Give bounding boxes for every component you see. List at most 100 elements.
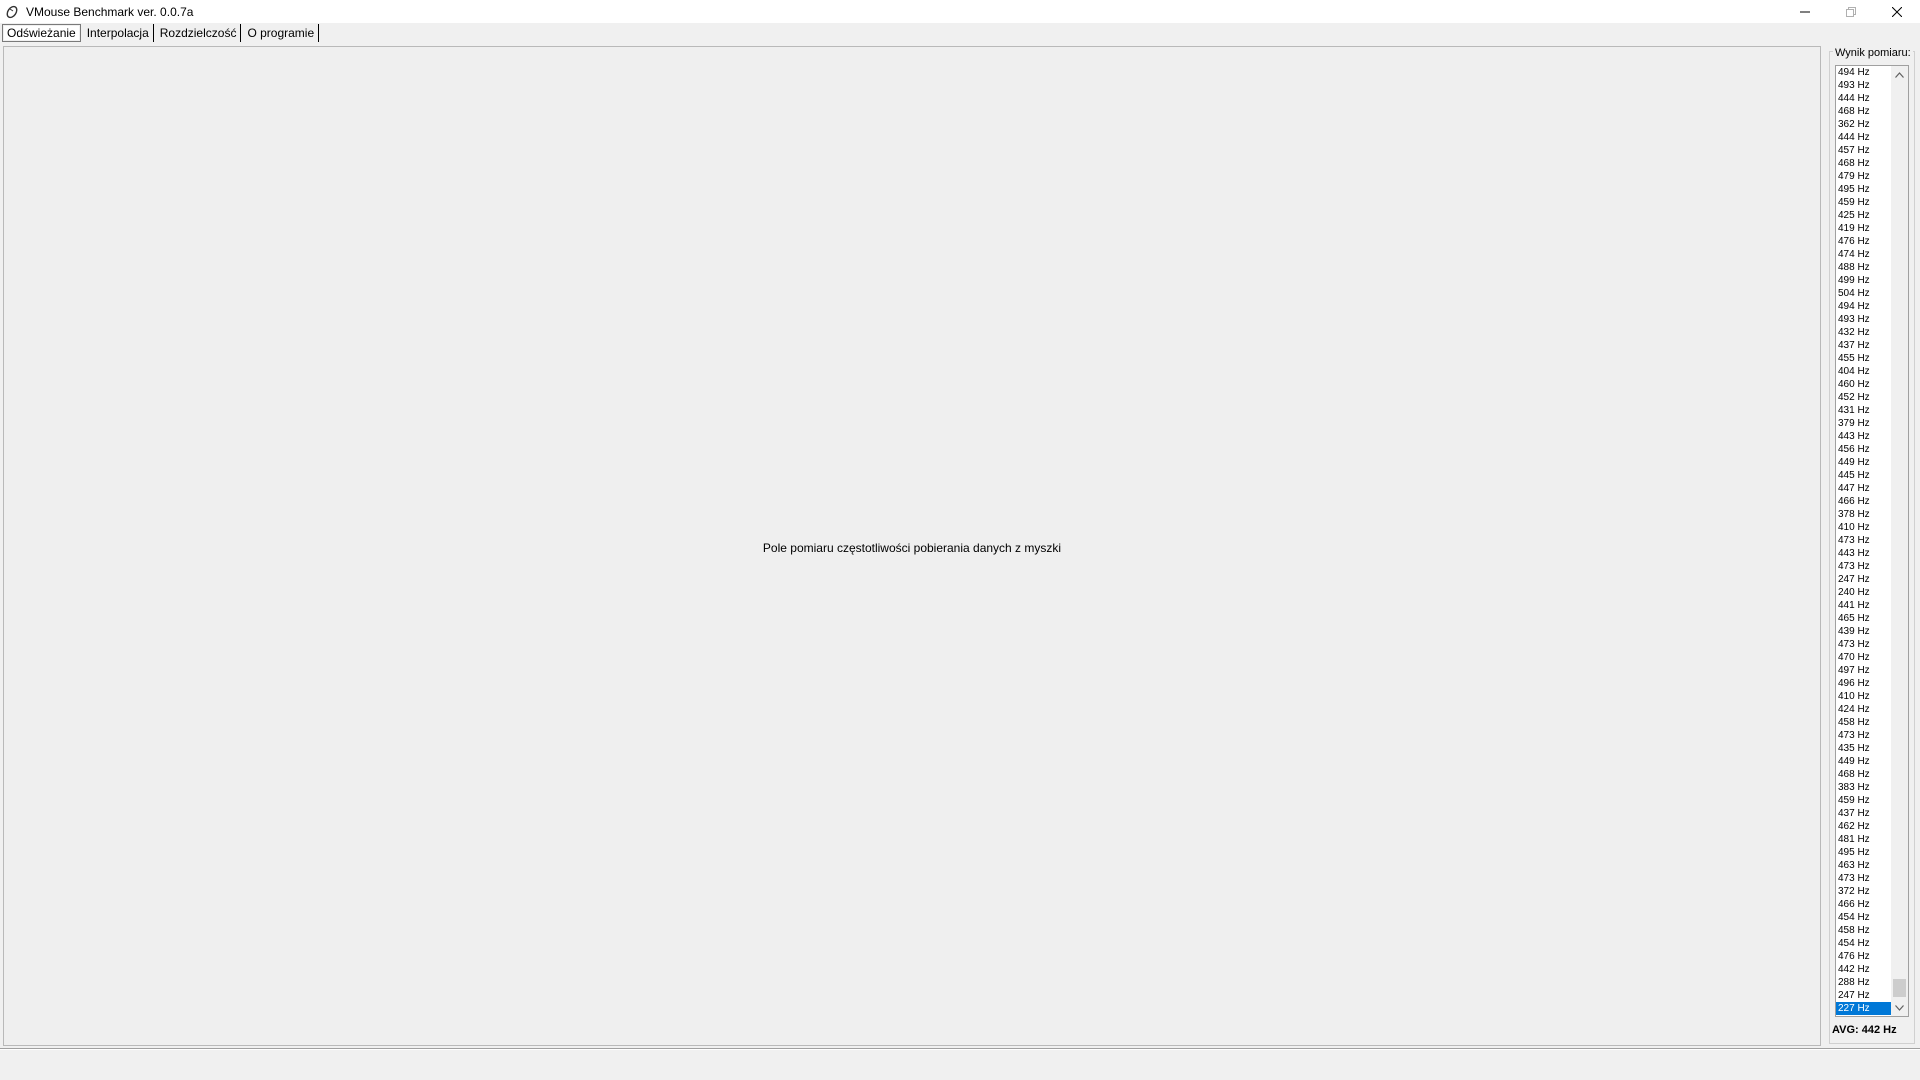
result-item[interactable]: 432 Hz bbox=[1836, 326, 1892, 339]
result-item[interactable]: 288 Hz bbox=[1836, 976, 1892, 989]
result-item[interactable]: 247 Hz bbox=[1836, 989, 1892, 1002]
result-item[interactable]: 437 Hz bbox=[1836, 339, 1892, 352]
result-item[interactable]: 466 Hz bbox=[1836, 898, 1892, 911]
result-item[interactable]: 459 Hz bbox=[1836, 196, 1892, 209]
result-item[interactable]: 437 Hz bbox=[1836, 807, 1892, 820]
result-item[interactable]: 462 Hz bbox=[1836, 820, 1892, 833]
result-item[interactable]: 468 Hz bbox=[1836, 157, 1892, 170]
result-item[interactable]: 496 Hz bbox=[1836, 677, 1892, 690]
result-item[interactable]: 488 Hz bbox=[1836, 261, 1892, 274]
result-item[interactable]: 497 Hz bbox=[1836, 664, 1892, 677]
result-item[interactable]: 476 Hz bbox=[1836, 235, 1892, 248]
result-item[interactable]: 493 Hz bbox=[1836, 79, 1892, 92]
title-bar: VMouse Benchmark ver. 0.0.7a bbox=[0, 0, 1920, 23]
result-item[interactable]: 495 Hz bbox=[1836, 183, 1892, 196]
result-item[interactable]: 456 Hz bbox=[1836, 443, 1892, 456]
result-item[interactable]: 476 Hz bbox=[1836, 950, 1892, 963]
result-item[interactable]: 372 Hz bbox=[1836, 885, 1892, 898]
chevron-up-icon bbox=[1895, 71, 1904, 78]
window-title: VMouse Benchmark ver. 0.0.7a bbox=[26, 4, 194, 19]
scroll-up-button[interactable] bbox=[1891, 66, 1908, 83]
restore-icon bbox=[1846, 6, 1856, 17]
scroll-down-button[interactable] bbox=[1891, 999, 1908, 1016]
result-item[interactable]: 419 Hz bbox=[1836, 222, 1892, 235]
result-item[interactable]: 425 Hz bbox=[1836, 209, 1892, 222]
result-item[interactable]: 474 Hz bbox=[1836, 248, 1892, 261]
result-item[interactable]: 442 Hz bbox=[1836, 963, 1892, 976]
result-item[interactable]: 455 Hz bbox=[1836, 352, 1892, 365]
tab-interpolacja[interactable]: Interpolacja bbox=[83, 24, 154, 42]
result-item[interactable]: 473 Hz bbox=[1836, 638, 1892, 651]
result-item[interactable]: 473 Hz bbox=[1836, 729, 1892, 742]
result-item[interactable]: 468 Hz bbox=[1836, 768, 1892, 781]
status-bar bbox=[0, 1050, 1920, 1080]
result-item[interactable]: 473 Hz bbox=[1836, 872, 1892, 885]
close-button[interactable] bbox=[1874, 0, 1920, 23]
result-item[interactable]: 443 Hz bbox=[1836, 430, 1892, 443]
result-item[interactable]: 494 Hz bbox=[1836, 300, 1892, 313]
result-item[interactable]: 454 Hz bbox=[1836, 937, 1892, 950]
result-item[interactable]: 504 Hz bbox=[1836, 287, 1892, 300]
result-item[interactable]: 383 Hz bbox=[1836, 781, 1892, 794]
tab-bar: Odświeżanie Interpolacja Rozdzielczość O… bbox=[2, 24, 321, 44]
close-icon bbox=[1892, 6, 1902, 17]
tab-o-programie[interactable]: O programie bbox=[243, 24, 320, 42]
minimize-button[interactable] bbox=[1782, 0, 1828, 23]
result-item[interactable]: 458 Hz bbox=[1836, 924, 1892, 937]
results-scrollbar[interactable] bbox=[1891, 66, 1908, 1016]
result-item[interactable]: 473 Hz bbox=[1836, 560, 1892, 573]
result-item[interactable]: 457 Hz bbox=[1836, 144, 1892, 157]
result-item[interactable]: 435 Hz bbox=[1836, 742, 1892, 755]
restore-button bbox=[1828, 0, 1874, 23]
result-item[interactable]: 439 Hz bbox=[1836, 625, 1892, 638]
result-item[interactable]: 481 Hz bbox=[1836, 833, 1892, 846]
result-item[interactable]: 454 Hz bbox=[1836, 911, 1892, 924]
result-item[interactable]: 463 Hz bbox=[1836, 859, 1892, 872]
result-item[interactable]: 443 Hz bbox=[1836, 547, 1892, 560]
result-item[interactable]: 449 Hz bbox=[1836, 456, 1892, 469]
result-item[interactable]: 493 Hz bbox=[1836, 313, 1892, 326]
result-item[interactable]: 379 Hz bbox=[1836, 417, 1892, 430]
result-item[interactable]: 465 Hz bbox=[1836, 612, 1892, 625]
result-item[interactable]: 431 Hz bbox=[1836, 404, 1892, 417]
result-item[interactable]: 473 Hz bbox=[1836, 534, 1892, 547]
measurement-area[interactable]: Pole pomiaru częstotliwości pobierania d… bbox=[3, 46, 1821, 1046]
result-item[interactable]: 410 Hz bbox=[1836, 690, 1892, 703]
result-item[interactable]: 449 Hz bbox=[1836, 755, 1892, 768]
tab-odswiezanie[interactable]: Odświeżanie bbox=[2, 24, 81, 42]
result-item[interactable]: 447 Hz bbox=[1836, 482, 1892, 495]
result-item[interactable]: 494 Hz bbox=[1836, 66, 1892, 79]
result-item[interactable]: 466 Hz bbox=[1836, 495, 1892, 508]
measurement-area-label: Pole pomiaru częstotliwości pobierania d… bbox=[762, 541, 1062, 555]
result-item[interactable]: 247 Hz bbox=[1836, 573, 1892, 586]
result-item[interactable]: 452 Hz bbox=[1836, 391, 1892, 404]
result-item[interactable]: 410 Hz bbox=[1836, 521, 1892, 534]
result-item[interactable]: 240 Hz bbox=[1836, 586, 1892, 599]
result-item[interactable]: 378 Hz bbox=[1836, 508, 1892, 521]
result-item[interactable]: 424 Hz bbox=[1836, 703, 1892, 716]
result-item[interactable]: 362 Hz bbox=[1836, 118, 1892, 131]
result-item[interactable]: 441 Hz bbox=[1836, 599, 1892, 612]
result-item[interactable]: 404 Hz bbox=[1836, 365, 1892, 378]
result-item[interactable]: 445 Hz bbox=[1836, 469, 1892, 482]
result-item[interactable]: 227 Hz bbox=[1836, 1002, 1892, 1015]
result-item[interactable]: 470 Hz bbox=[1836, 651, 1892, 664]
average-label: AVG: 442 Hz bbox=[1832, 1024, 1897, 1036]
result-item[interactable]: 499 Hz bbox=[1836, 274, 1892, 287]
result-item[interactable]: 468 Hz bbox=[1836, 105, 1892, 118]
result-item[interactable]: 479 Hz bbox=[1836, 170, 1892, 183]
scroll-thumb[interactable] bbox=[1893, 979, 1906, 997]
result-item[interactable]: 444 Hz bbox=[1836, 131, 1892, 144]
result-item[interactable]: 460 Hz bbox=[1836, 378, 1892, 391]
mouse-app-icon bbox=[4, 4, 20, 20]
chevron-down-icon bbox=[1895, 1004, 1904, 1011]
results-listbox[interactable]: 494 Hz 493 Hz 444 Hz 468 Hz 362 Hz 444 Hz 457 … bbox=[1835, 65, 1909, 1017]
minimize-icon bbox=[1800, 11, 1810, 12]
result-item[interactable]: 495 Hz bbox=[1836, 846, 1892, 859]
tab-rozdzielczosc[interactable]: Rozdzielczość bbox=[156, 24, 242, 42]
result-item[interactable]: 458 Hz bbox=[1836, 716, 1892, 729]
result-item[interactable]: 459 Hz bbox=[1836, 794, 1892, 807]
result-item[interactable]: 444 Hz bbox=[1836, 92, 1892, 105]
results-title: Wynik pomiaru: bbox=[1833, 47, 1913, 59]
results-list: 494 Hz 493 Hz 444 Hz 468 Hz 362 Hz 444 Hz 457 … bbox=[1836, 66, 1892, 1015]
